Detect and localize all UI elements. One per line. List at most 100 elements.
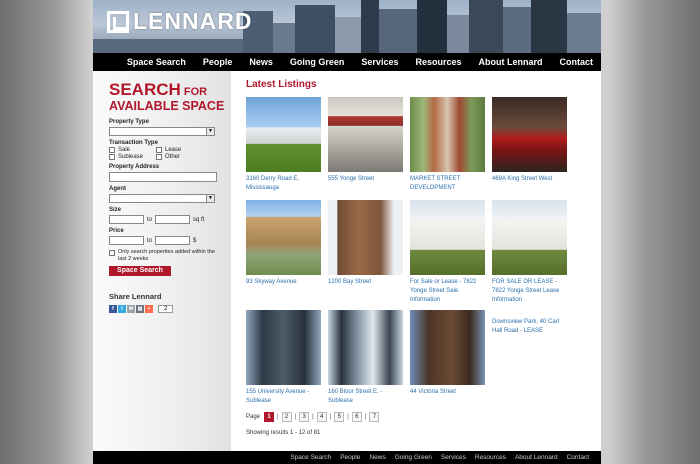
listing-card[interactable]: 3160 Derry Road E, Mississauga: [246, 97, 322, 193]
space-search-button[interactable]: Space Search: [109, 266, 171, 276]
listing-card[interactable]: Downsview Park, 40 Carl Hall Road - LEAS…: [492, 310, 568, 336]
listing-card[interactable]: 469A King Street West: [492, 97, 568, 184]
print-icon[interactable]: ▤: [136, 305, 144, 313]
checkbox-box[interactable]: [156, 154, 162, 160]
addthis-icon[interactable]: +: [145, 305, 153, 313]
listing-photo[interactable]: [328, 200, 403, 275]
property-type-select[interactable]: ▼: [109, 127, 215, 136]
nav-going-green[interactable]: Going Green: [290, 57, 345, 67]
listing-card[interactable]: FOR SALE OR LEASE - 7822 Yonge Street Le…: [492, 200, 568, 305]
listing-photo[interactable]: [246, 200, 321, 275]
page-link-2[interactable]: 2: [281, 412, 292, 422]
pager-separator: |: [364, 414, 367, 420]
listing-caption[interactable]: 3160 Derry Road E, Mississauga: [246, 175, 322, 193]
nav-space-search[interactable]: Space Search: [127, 57, 186, 67]
page-link-5[interactable]: 5: [334, 412, 345, 422]
footer-people[interactable]: People: [340, 454, 360, 461]
checkbox-lease[interactable]: Lease: [156, 147, 216, 153]
nav-news[interactable]: News: [249, 57, 273, 67]
price-range: to $: [109, 236, 231, 245]
page-link-7[interactable]: 7: [369, 412, 380, 422]
size-range: to sq ft: [109, 215, 231, 224]
listing-photo[interactable]: [328, 310, 403, 385]
twitter-icon[interactable]: t: [118, 305, 126, 313]
checkbox-box[interactable]: [109, 250, 115, 256]
recent-only-checkbox[interactable]: Only search properties added within the …: [109, 249, 217, 263]
listing-photo[interactable]: [246, 97, 321, 172]
listing-caption[interactable]: 155 University Avenue - Sublease: [246, 388, 322, 406]
footer-services[interactable]: Services: [441, 454, 466, 461]
email-icon[interactable]: ✉: [127, 305, 135, 313]
listing-card[interactable]: MARKET STREET DEVELOPMENT: [410, 97, 486, 193]
listing-photo[interactable]: [492, 97, 567, 172]
page-title: Latest Listings: [246, 79, 317, 90]
listing-card[interactable]: 555 Yonge Street: [328, 97, 404, 184]
checkbox-lease-label: Lease: [165, 147, 182, 153]
page-link-3[interactable]: 3: [299, 412, 310, 422]
page-link-4[interactable]: 4: [316, 412, 327, 422]
checkbox-box[interactable]: [109, 154, 115, 160]
price-max-input[interactable]: [155, 236, 190, 245]
listing-caption[interactable]: 44 Victoria Street: [410, 388, 486, 397]
page-link-1[interactable]: 1: [264, 412, 275, 422]
agent-label: Agent: [109, 186, 126, 192]
listing-caption[interactable]: MARKET STREET DEVELOPMENT: [410, 175, 486, 193]
nav-resources[interactable]: Resources: [415, 57, 461, 67]
footer-contact[interactable]: Contact: [567, 454, 589, 461]
listing-card[interactable]: 93 Skyway Avenue: [246, 200, 322, 287]
pager-separator: |: [329, 414, 332, 420]
price-min-input[interactable]: [109, 236, 144, 245]
size-max-input[interactable]: [155, 215, 190, 224]
listing-card[interactable]: 1200 Bay Street: [328, 200, 404, 287]
listing-photo[interactable]: [410, 200, 485, 275]
checkbox-box[interactable]: [109, 147, 115, 153]
price-unit-label: $: [193, 237, 197, 244]
nav-services[interactable]: Services: [361, 57, 398, 67]
listing-card[interactable]: 44 Victoria Street: [410, 310, 486, 397]
checkbox-box[interactable]: [156, 147, 162, 153]
footer-resources[interactable]: Resources: [475, 454, 506, 461]
checkbox-sale-label: Sale: [118, 147, 131, 153]
agent-select[interactable]: ▼: [109, 194, 215, 203]
checkbox-sale[interactable]: Sale: [109, 147, 156, 153]
nav-about-lennard[interactable]: About Lennard: [479, 57, 543, 67]
listing-caption[interactable]: 93 Skyway Avenue: [246, 278, 322, 287]
listing-card[interactable]: 160 Bloor Street E. - Sublease: [328, 310, 404, 406]
listing-caption[interactable]: For Sale or Lease - 7822 Yonge Street Sa…: [410, 278, 486, 305]
listing-caption[interactable]: FOR SALE OR LEASE - 7822 Yonge Street Le…: [492, 278, 568, 305]
main-content: Latest Listings 3160 Derry Road E, Missi…: [246, 71, 596, 436]
lennard-logo[interactable]: LENNARD: [107, 8, 252, 35]
listing-photo[interactable]: [492, 200, 567, 275]
listing-caption[interactable]: Downsview Park, 40 Carl Hall Road - LEAS…: [492, 318, 568, 336]
listing-card[interactable]: For Sale or Lease - 7822 Yonge Street Sa…: [410, 200, 486, 305]
chevron-down-icon: ▼: [206, 195, 214, 202]
footer-about-lennard[interactable]: About Lennard: [515, 454, 558, 461]
listing-photo[interactable]: [328, 97, 403, 172]
nav-contact[interactable]: Contact: [560, 57, 594, 67]
listing-caption[interactable]: 1200 Bay Street: [328, 278, 404, 287]
share-heading: Share Lennard: [109, 292, 162, 301]
pager-label: Page: [246, 414, 261, 420]
nav-people[interactable]: People: [203, 57, 233, 67]
recent-only-label: Only search properties added within the …: [118, 249, 215, 262]
page-link-6[interactable]: 6: [351, 412, 362, 422]
facebook-icon[interactable]: f: [109, 305, 117, 313]
listing-photo[interactable]: [410, 97, 485, 172]
footer-nav: Space Search People News Going Green Ser…: [93, 451, 601, 464]
listing-caption[interactable]: 160 Bloor Street E. - Sublease: [328, 388, 404, 406]
checkbox-sublease[interactable]: Sublease: [109, 154, 156, 160]
listing-caption[interactable]: 555 Yonge Street: [328, 175, 404, 184]
size-min-input[interactable]: [109, 215, 144, 224]
footer-space-search[interactable]: Space Search: [290, 454, 331, 461]
listing-caption[interactable]: 469A King Street West: [492, 175, 568, 184]
share-count: 2: [158, 305, 174, 313]
main-nav: Space Search People News Going Green Ser…: [93, 53, 601, 71]
listing-card[interactable]: 155 University Avenue - Sublease: [246, 310, 322, 406]
listing-photo[interactable]: [410, 310, 485, 385]
listing-photo[interactable]: [246, 310, 321, 385]
footer-news[interactable]: News: [369, 454, 385, 461]
footer-going-green[interactable]: Going Green: [395, 454, 432, 461]
pagination: Page 1 | 2 | 3 | 4 | 5 | 6 | 7: [246, 412, 381, 422]
property-address-input[interactable]: [109, 172, 217, 182]
checkbox-other[interactable]: Other: [156, 154, 216, 160]
